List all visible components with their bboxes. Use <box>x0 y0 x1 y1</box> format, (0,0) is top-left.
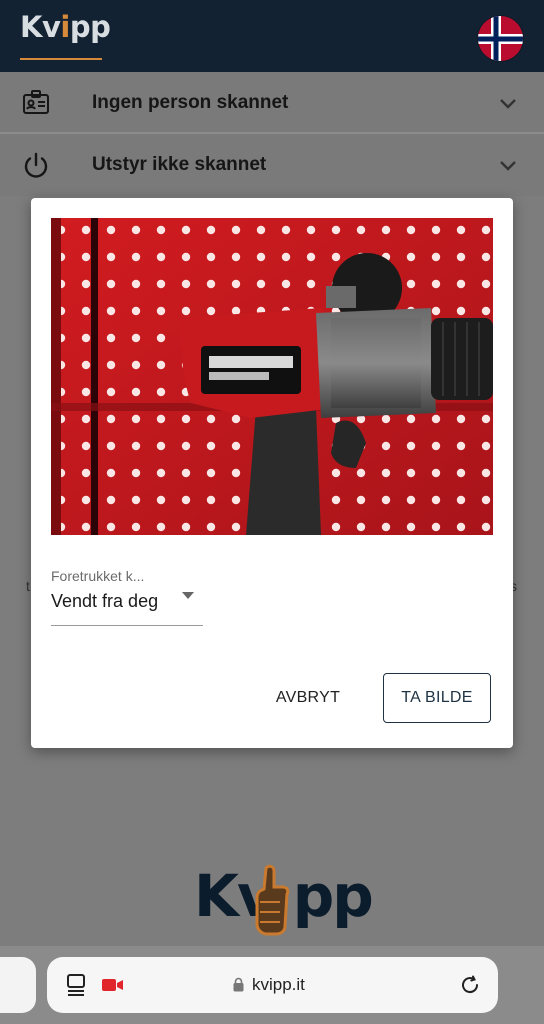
id-card-icon <box>20 87 52 119</box>
dropdown-arrow-icon[interactable] <box>181 587 195 599</box>
accordion-person[interactable]: Ingen person skannet <box>0 72 544 134</box>
logo-underline <box>20 58 102 60</box>
camera-select[interactable]: Vendt fra deg <box>51 591 158 612</box>
select-underline <box>51 625 203 626</box>
chevron-down-icon[interactable] <box>497 154 519 176</box>
lock-icon <box>233 977 244 992</box>
accordion-label: Ingen person skannet <box>92 92 289 113</box>
reload-icon[interactable] <box>458 973 482 997</box>
previous-tab[interactable] <box>0 957 36 1013</box>
tabs-icon[interactable] <box>65 972 89 998</box>
app-logo[interactable]: Kvipp <box>20 10 111 44</box>
chevron-down-icon[interactable] <box>497 92 519 114</box>
accordion-label: Utstyr ikke skannet <box>92 154 267 175</box>
top-app-bar: Kvipp <box>0 0 544 72</box>
camera-select-label: Foretrukket k... <box>51 568 145 584</box>
take-photo-button[interactable]: TA BILDE <box>383 673 491 723</box>
camera-recording-icon[interactable] <box>101 977 125 993</box>
norway-flag-icon[interactable] <box>477 15 524 62</box>
accordion-equipment[interactable]: Utstyr ikke skannet <box>0 134 544 196</box>
thumbs-up-icon <box>250 862 292 940</box>
background-text: t <box>26 578 30 594</box>
camera-dialog: Foretrukket k... Vendt fra deg AVBRYT TA… <box>31 198 513 748</box>
camera-preview[interactable] <box>51 218 493 535</box>
url-text[interactable]: kvipp.it <box>252 975 305 995</box>
power-icon <box>20 149 52 181</box>
cancel-button[interactable]: AVBRYT <box>260 674 356 722</box>
